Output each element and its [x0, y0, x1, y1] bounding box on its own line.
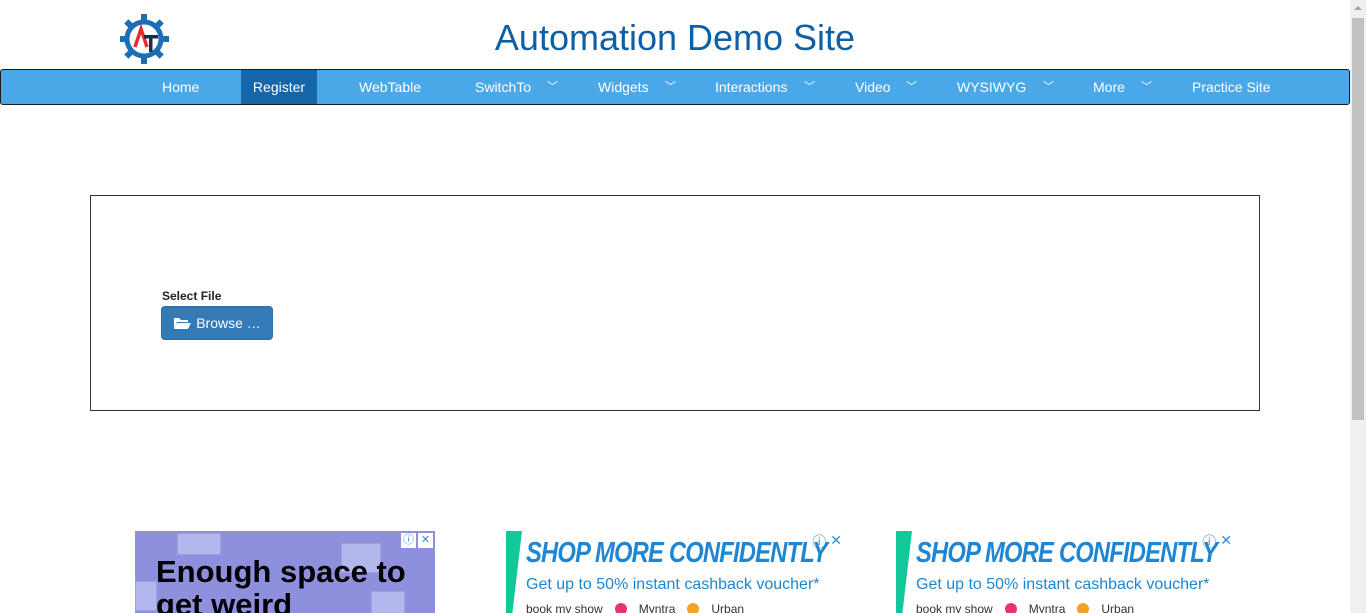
nav-wysiwyg-label: WYSIWYG — [957, 79, 1027, 95]
ad-brand-logos: book my show Myntra Urban — [526, 602, 744, 613]
ad-controls: ⓘ ✕ — [812, 532, 842, 552]
scrollbar-thumb[interactable] — [1352, 18, 1364, 420]
ad-headline: Enough space to get weird — [156, 554, 406, 613]
ad-controls: ⓘ ✕ — [1202, 532, 1232, 552]
chevron-down-icon[interactable]: ﹀ — [1043, 70, 1054, 104]
myntra-logo-icon — [1004, 603, 1017, 613]
folder-open-icon — [173, 316, 192, 330]
vertical-scrollbar[interactable] — [1350, 0, 1366, 613]
info-icon[interactable]: ⓘ — [812, 532, 826, 552]
nav-more-label: More — [1093, 79, 1125, 95]
chevron-down-icon[interactable]: ﹀ — [547, 70, 558, 104]
nav-video[interactable]: Video — [855, 70, 891, 104]
scroll-up-arrow-icon[interactable] — [1350, 0, 1366, 16]
chevron-down-icon[interactable]: ﹀ — [906, 70, 917, 104]
nav-interactions[interactable]: Interactions — [715, 70, 787, 104]
select-file-label: Select File — [162, 289, 222, 303]
nav-switchto-label: SwitchTo — [475, 79, 532, 95]
ad-accent-stripe — [896, 531, 912, 613]
ad-brand-logos: book my show Myntra Urban — [916, 602, 1134, 613]
nav-video-label: Video — [855, 79, 891, 95]
brand-urban: Urban — [711, 602, 745, 613]
nav-home-label: Home — [162, 79, 200, 95]
main-navbar: Home Register WebTable SwitchTo ﹀ Widget… — [0, 69, 1350, 105]
brand-myntra: Myntra — [638, 602, 676, 613]
ad-banner-3[interactable]: SHOP MORE CONFIDENTLY Get up to 50% inst… — [896, 531, 1234, 613]
chevron-down-icon[interactable]: ﹀ — [804, 70, 815, 104]
nav-home[interactable]: Home — [162, 70, 199, 104]
close-icon[interactable]: ✕ — [830, 532, 842, 552]
brand-logo-icon — [1077, 603, 1090, 613]
info-icon[interactable]: ⓘ — [1202, 532, 1216, 552]
nav-webtable[interactable]: WebTable — [359, 70, 421, 104]
brand-bookmyshow: book my show — [526, 602, 603, 613]
brand-myntra: Myntra — [1028, 602, 1066, 613]
ad-controls: ⓘ ✕ — [401, 533, 433, 548]
nav-practice-site[interactable]: Practice Site — [1192, 70, 1271, 104]
film-strip-graphic — [135, 581, 157, 611]
chevron-down-icon[interactable]: ﹀ — [665, 70, 676, 104]
ad-headline: SHOP MORE CONFIDENTLY — [526, 537, 828, 569]
ad-banner-2[interactable]: SHOP MORE CONFIDENTLY Get up to 50% inst… — [506, 531, 844, 613]
film-strip-graphic — [177, 533, 221, 555]
chevron-down-icon[interactable]: ﹀ — [1141, 70, 1152, 104]
nav-widgets[interactable]: Widgets — [598, 70, 649, 104]
site-title: Automation Demo Site — [494, 17, 856, 58]
nav-switchto[interactable]: SwitchTo — [475, 70, 531, 104]
nav-register[interactable]: Register — [241, 70, 317, 104]
page: Automation Demo Site Home Register WebTa… — [0, 0, 1366, 613]
nav-practice-site-label: Practice Site — [1192, 79, 1271, 95]
nav-webtable-label: WebTable — [359, 79, 422, 95]
close-icon[interactable]: ✕ — [1220, 532, 1232, 552]
ad-subline: Get up to 50% instant cashback voucher* — [916, 576, 1210, 593]
ad-banner-1[interactable]: Enough space to get weird ⓘ ✕ — [135, 531, 435, 613]
myntra-logo-icon — [614, 603, 627, 613]
brand-logo-icon — [687, 603, 700, 613]
close-icon[interactable]: ✕ — [418, 533, 433, 548]
nav-more[interactable]: More — [1093, 70, 1125, 104]
brand-urban: Urban — [1101, 602, 1135, 613]
nav-widgets-label: Widgets — [598, 79, 649, 95]
ad-subline: Get up to 50% instant cashback voucher* — [526, 576, 820, 593]
browse-button-label: Browse … — [196, 315, 261, 331]
nav-interactions-label: Interactions — [715, 79, 788, 95]
nav-register-label: Register — [252, 79, 306, 95]
ad-headline: SHOP MORE CONFIDENTLY — [916, 537, 1218, 569]
info-icon[interactable]: ⓘ — [401, 533, 416, 548]
browse-button[interactable]: Browse … — [161, 306, 273, 340]
brand-bookmyshow: book my show — [916, 602, 993, 613]
nav-wysiwyg[interactable]: WYSIWYG — [957, 70, 1026, 104]
file-upload-panel: Select File Browse … — [90, 195, 1260, 411]
ad-accent-stripe — [506, 531, 522, 613]
